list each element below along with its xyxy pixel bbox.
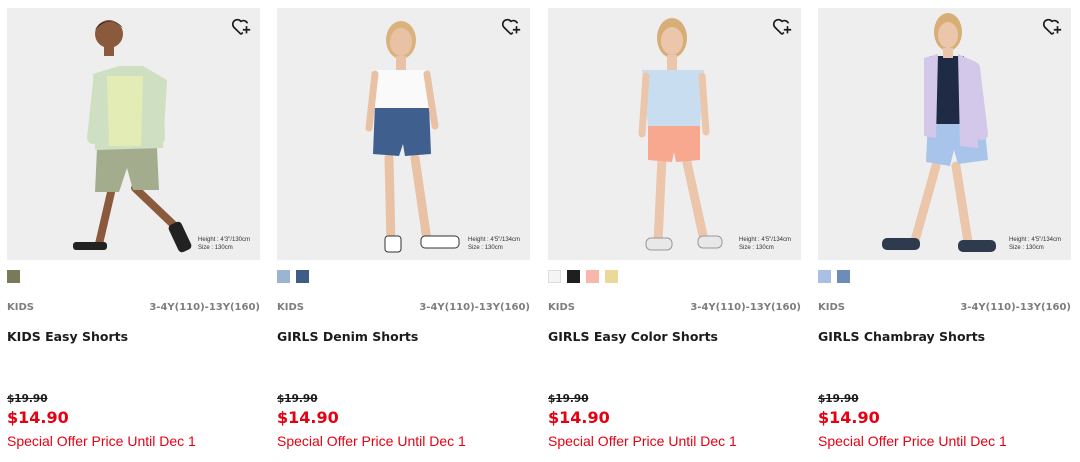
product-category: KIDS bbox=[818, 302, 845, 313]
color-swatches bbox=[277, 270, 309, 284]
product-category: KIDS bbox=[277, 302, 304, 313]
heart-plus-icon[interactable] bbox=[771, 16, 793, 38]
model-photo bbox=[365, 21, 460, 253]
color-swatch[interactable] bbox=[7, 270, 20, 283]
model-size-text: Size : 130cm bbox=[1009, 245, 1044, 251]
model-height-text: Height : 4'3"/130cm bbox=[198, 237, 250, 243]
product-category: KIDS bbox=[548, 302, 575, 313]
model-photo bbox=[882, 13, 996, 252]
color-swatches bbox=[7, 270, 20, 284]
color-swatches bbox=[818, 270, 850, 284]
color-swatches bbox=[548, 270, 618, 284]
model-size-note: Height : 4'5"/134cm Size : 130cm bbox=[468, 236, 520, 252]
model-photo bbox=[638, 18, 723, 251]
product-image[interactable]: Height : 4'5"/134cm Size : 130cm bbox=[277, 8, 530, 260]
sale-price: $14.90 bbox=[548, 408, 610, 427]
color-swatch[interactable] bbox=[818, 270, 831, 283]
product-meta: KIDS 3-4Y(110)-13Y(160) bbox=[7, 302, 260, 313]
size-range: 3-4Y(110)-13Y(160) bbox=[960, 302, 1071, 313]
product-card[interactable]: Height : 4'3"/130cm Size : 130cm KIDS 3-… bbox=[7, 8, 260, 458]
model-size-note: Height : 4'5"/134cm Size : 130cm bbox=[1009, 236, 1061, 252]
model-size-note: Height : 4'3"/130cm Size : 130cm bbox=[198, 236, 250, 252]
model-height-text: Height : 4'5"/134cm bbox=[1009, 237, 1061, 243]
product-name[interactable]: GIRLS Easy Color Shorts bbox=[548, 329, 718, 344]
size-range: 3-4Y(110)-13Y(160) bbox=[149, 302, 260, 313]
product-name[interactable]: GIRLS Denim Shorts bbox=[277, 329, 418, 344]
product-card[interactable]: Height : 4'5"/134cm Size : 130cm KIDS 3-… bbox=[818, 8, 1071, 458]
product-name[interactable]: KIDS Easy Shorts bbox=[7, 329, 128, 344]
product-card[interactable]: Height : 4'5"/134cm Size : 130cm KIDS 3-… bbox=[277, 8, 530, 458]
color-swatch[interactable] bbox=[296, 270, 309, 283]
original-price: $19.90 bbox=[818, 393, 859, 405]
original-price: $19.90 bbox=[548, 393, 589, 405]
promo-text: Special Offer Price Until Dec 1 bbox=[277, 433, 466, 449]
sale-price: $14.90 bbox=[277, 408, 339, 427]
model-size-note: Height : 4'5"/134cm Size : 130cm bbox=[739, 236, 791, 252]
product-meta: KIDS 3-4Y(110)-13Y(160) bbox=[818, 302, 1071, 313]
color-swatch[interactable] bbox=[605, 270, 618, 283]
product-image[interactable]: Height : 4'5"/134cm Size : 130cm bbox=[818, 8, 1071, 260]
model-height-text: Height : 4'5"/134cm bbox=[739, 237, 791, 243]
product-category: KIDS bbox=[7, 302, 34, 313]
product-grid: Height : 4'3"/130cm Size : 130cm KIDS 3-… bbox=[0, 0, 1080, 462]
product-image[interactable]: Height : 4'5"/134cm Size : 130cm bbox=[548, 8, 801, 260]
product-image[interactable]: Height : 4'3"/130cm Size : 130cm bbox=[7, 8, 260, 260]
promo-text: Special Offer Price Until Dec 1 bbox=[818, 433, 1007, 449]
color-swatch[interactable] bbox=[548, 270, 561, 283]
color-swatch[interactable] bbox=[277, 270, 290, 283]
product-card[interactable]: Height : 4'5"/134cm Size : 130cm KIDS 3-… bbox=[548, 8, 801, 458]
heart-plus-icon[interactable] bbox=[500, 16, 522, 38]
product-meta: KIDS 3-4Y(110)-13Y(160) bbox=[548, 302, 801, 313]
product-meta: KIDS 3-4Y(110)-13Y(160) bbox=[277, 302, 530, 313]
promo-text: Special Offer Price Until Dec 1 bbox=[548, 433, 737, 449]
color-swatch[interactable] bbox=[567, 270, 580, 283]
original-price: $19.90 bbox=[7, 393, 48, 405]
color-swatch[interactable] bbox=[837, 270, 850, 283]
model-height-text: Height : 4'5"/134cm bbox=[468, 237, 520, 243]
model-size-text: Size : 130cm bbox=[198, 245, 233, 251]
size-range: 3-4Y(110)-13Y(160) bbox=[419, 302, 530, 313]
model-size-text: Size : 130cm bbox=[739, 245, 774, 251]
heart-plus-icon[interactable] bbox=[230, 16, 252, 38]
sale-price: $14.90 bbox=[7, 408, 69, 427]
sale-price: $14.90 bbox=[818, 408, 880, 427]
heart-plus-icon[interactable] bbox=[1041, 16, 1063, 38]
product-name[interactable]: GIRLS Chambray Shorts bbox=[818, 329, 985, 344]
size-range: 3-4Y(110)-13Y(160) bbox=[690, 302, 801, 313]
promo-text: Special Offer Price Until Dec 1 bbox=[7, 433, 196, 449]
color-swatch[interactable] bbox=[586, 270, 599, 283]
model-photo bbox=[73, 20, 192, 253]
model-size-text: Size : 130cm bbox=[468, 245, 503, 251]
original-price: $19.90 bbox=[277, 393, 318, 405]
